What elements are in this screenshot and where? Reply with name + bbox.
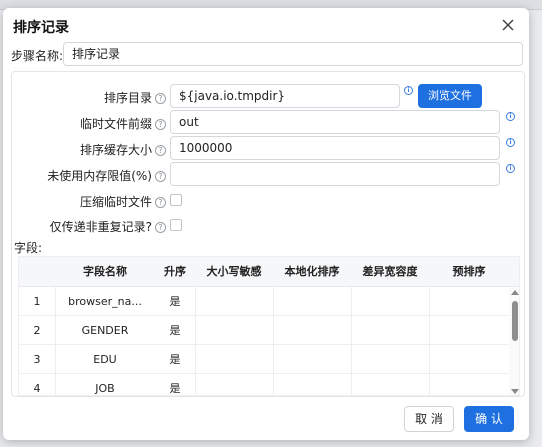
presorted-cell[interactable] (429, 316, 509, 345)
locale-sort-cell[interactable] (273, 374, 351, 395)
ascending-cell[interactable]: 是 (155, 287, 195, 316)
info-icon[interactable]: i (506, 112, 515, 121)
help-icon[interactable]: ? (155, 171, 166, 182)
scroll-down-arrow-icon[interactable] (511, 389, 519, 394)
row-number: 2 (33, 324, 41, 337)
collator-strength-cell[interactable] (351, 287, 429, 316)
free-memory-label: 未使用内存限值(%) (47, 169, 152, 183)
compress-checkbox[interactable] (170, 194, 182, 206)
sort-buffer-label: 排序缓存大小 (79, 143, 152, 157)
case-sensitive-cell[interactable] (195, 316, 273, 345)
compress-label: 压缩临时文件 (79, 195, 152, 209)
table-scrollbar[interactable] (509, 287, 519, 395)
case-sensitive-cell[interactable] (195, 345, 273, 374)
dialog-titlebar: 排序记录 (3, 8, 529, 42)
help-icon[interactable]: ? (155, 119, 166, 130)
ok-button[interactable]: 确 认 (464, 406, 514, 432)
column-header-name[interactable]: 字段名称 (55, 257, 155, 287)
locale-sort-cell[interactable] (273, 316, 351, 345)
collator-strength-cell[interactable] (351, 345, 429, 374)
temp-prefix-label: 临时文件前缀 (79, 117, 152, 131)
free-memory-label-row: 未使用内存限值(%)? (16, 167, 166, 184)
field-name-cell[interactable]: EDU (55, 345, 155, 374)
column-header-case[interactable]: 大小写敏感 (195, 257, 273, 287)
sort-rows-dialog: 排序记录 步骤名称: 排序记录 排序目录? ${java.io.tmpdir} … (3, 8, 529, 440)
presorted-cell[interactable] (429, 287, 509, 316)
ascending-cell[interactable]: 是 (155, 374, 195, 395)
unique-checkbox[interactable] (170, 219, 182, 231)
table-header: 字段名称 升序 大小写敏感 本地化排序 差异宽容度 预排序 (19, 257, 519, 287)
settings-panel: 排序目录? ${java.io.tmpdir} i 浏览文件 临时文件前缀? o… (11, 71, 525, 397)
row-number: 3 (33, 353, 41, 366)
info-icon[interactable]: i (506, 164, 515, 173)
unique-label-row: 仅传递非重复记录?? (16, 218, 166, 235)
free-memory-input[interactable] (170, 162, 500, 186)
sort-dir-label-row: 排序目录? (16, 89, 166, 106)
info-icon[interactable]: i (404, 86, 413, 95)
cancel-button[interactable]: 取 消 (404, 406, 454, 432)
ascending-cell[interactable]: 是 (155, 345, 195, 374)
table-row[interactable]: 3 EDU 是 (19, 345, 509, 374)
unique-label: 仅传递非重复记录? (49, 220, 152, 234)
collator-strength-cell[interactable] (351, 374, 429, 395)
field-name-cell[interactable]: browser_na... (55, 287, 155, 316)
case-sensitive-cell[interactable] (195, 287, 273, 316)
dialog-title: 排序记录 (13, 20, 69, 36)
case-sensitive-cell[interactable] (195, 374, 273, 395)
step-name-label: 步骤名称: (11, 49, 64, 63)
field-name-cell[interactable]: JOB (55, 374, 155, 395)
table-row[interactable]: 2 GENDER 是 (19, 316, 509, 345)
table-row[interactable]: 1 browser_na... 是 (19, 287, 509, 316)
field-name-cell[interactable]: GENDER (55, 316, 155, 345)
compress-label-row: 压缩临时文件? (16, 193, 166, 210)
sort-dir-input[interactable]: ${java.io.tmpdir} (170, 84, 400, 108)
temp-prefix-input[interactable]: out (170, 110, 500, 134)
table-row[interactable]: 4 JOB 是 (19, 374, 509, 395)
column-header-collator[interactable]: 差异宽容度 (351, 257, 429, 287)
scroll-up-arrow-icon[interactable] (511, 290, 519, 295)
locale-sort-cell[interactable] (273, 345, 351, 374)
sort-dir-label: 排序目录 (103, 91, 152, 105)
collator-strength-cell[interactable] (351, 316, 429, 345)
row-number: 4 (33, 382, 41, 395)
presorted-cell[interactable] (429, 374, 509, 395)
scroll-thumb[interactable] (512, 301, 518, 341)
column-header-asc[interactable]: 升序 (155, 257, 195, 287)
presorted-cell[interactable] (429, 345, 509, 374)
locale-sort-cell[interactable] (273, 287, 351, 316)
info-icon[interactable]: i (506, 138, 515, 147)
help-icon[interactable]: ? (155, 197, 166, 208)
step-name-input[interactable]: 排序记录 (63, 42, 523, 66)
help-icon[interactable]: ? (155, 222, 166, 233)
sort-buffer-label-row: 排序缓存大小? (16, 141, 166, 158)
fields-label: 字段: (14, 241, 43, 255)
help-icon[interactable]: ? (155, 93, 166, 104)
sort-buffer-input[interactable]: 1000000 (170, 136, 500, 160)
ascending-cell[interactable]: 是 (155, 316, 195, 345)
column-header-locale[interactable]: 本地化排序 (273, 257, 351, 287)
help-icon[interactable]: ? (155, 145, 166, 156)
temp-prefix-label-row: 临时文件前缀? (16, 115, 166, 132)
row-number: 1 (33, 295, 41, 308)
fields-table: 字段名称 升序 大小写敏感 本地化排序 差异宽容度 预排序 1 browser_… (18, 256, 520, 396)
column-header-num (19, 257, 55, 287)
browse-button[interactable]: 浏览文件 (418, 84, 482, 108)
close-icon[interactable] (499, 16, 517, 34)
column-header-presorted[interactable]: 预排序 (429, 257, 509, 287)
